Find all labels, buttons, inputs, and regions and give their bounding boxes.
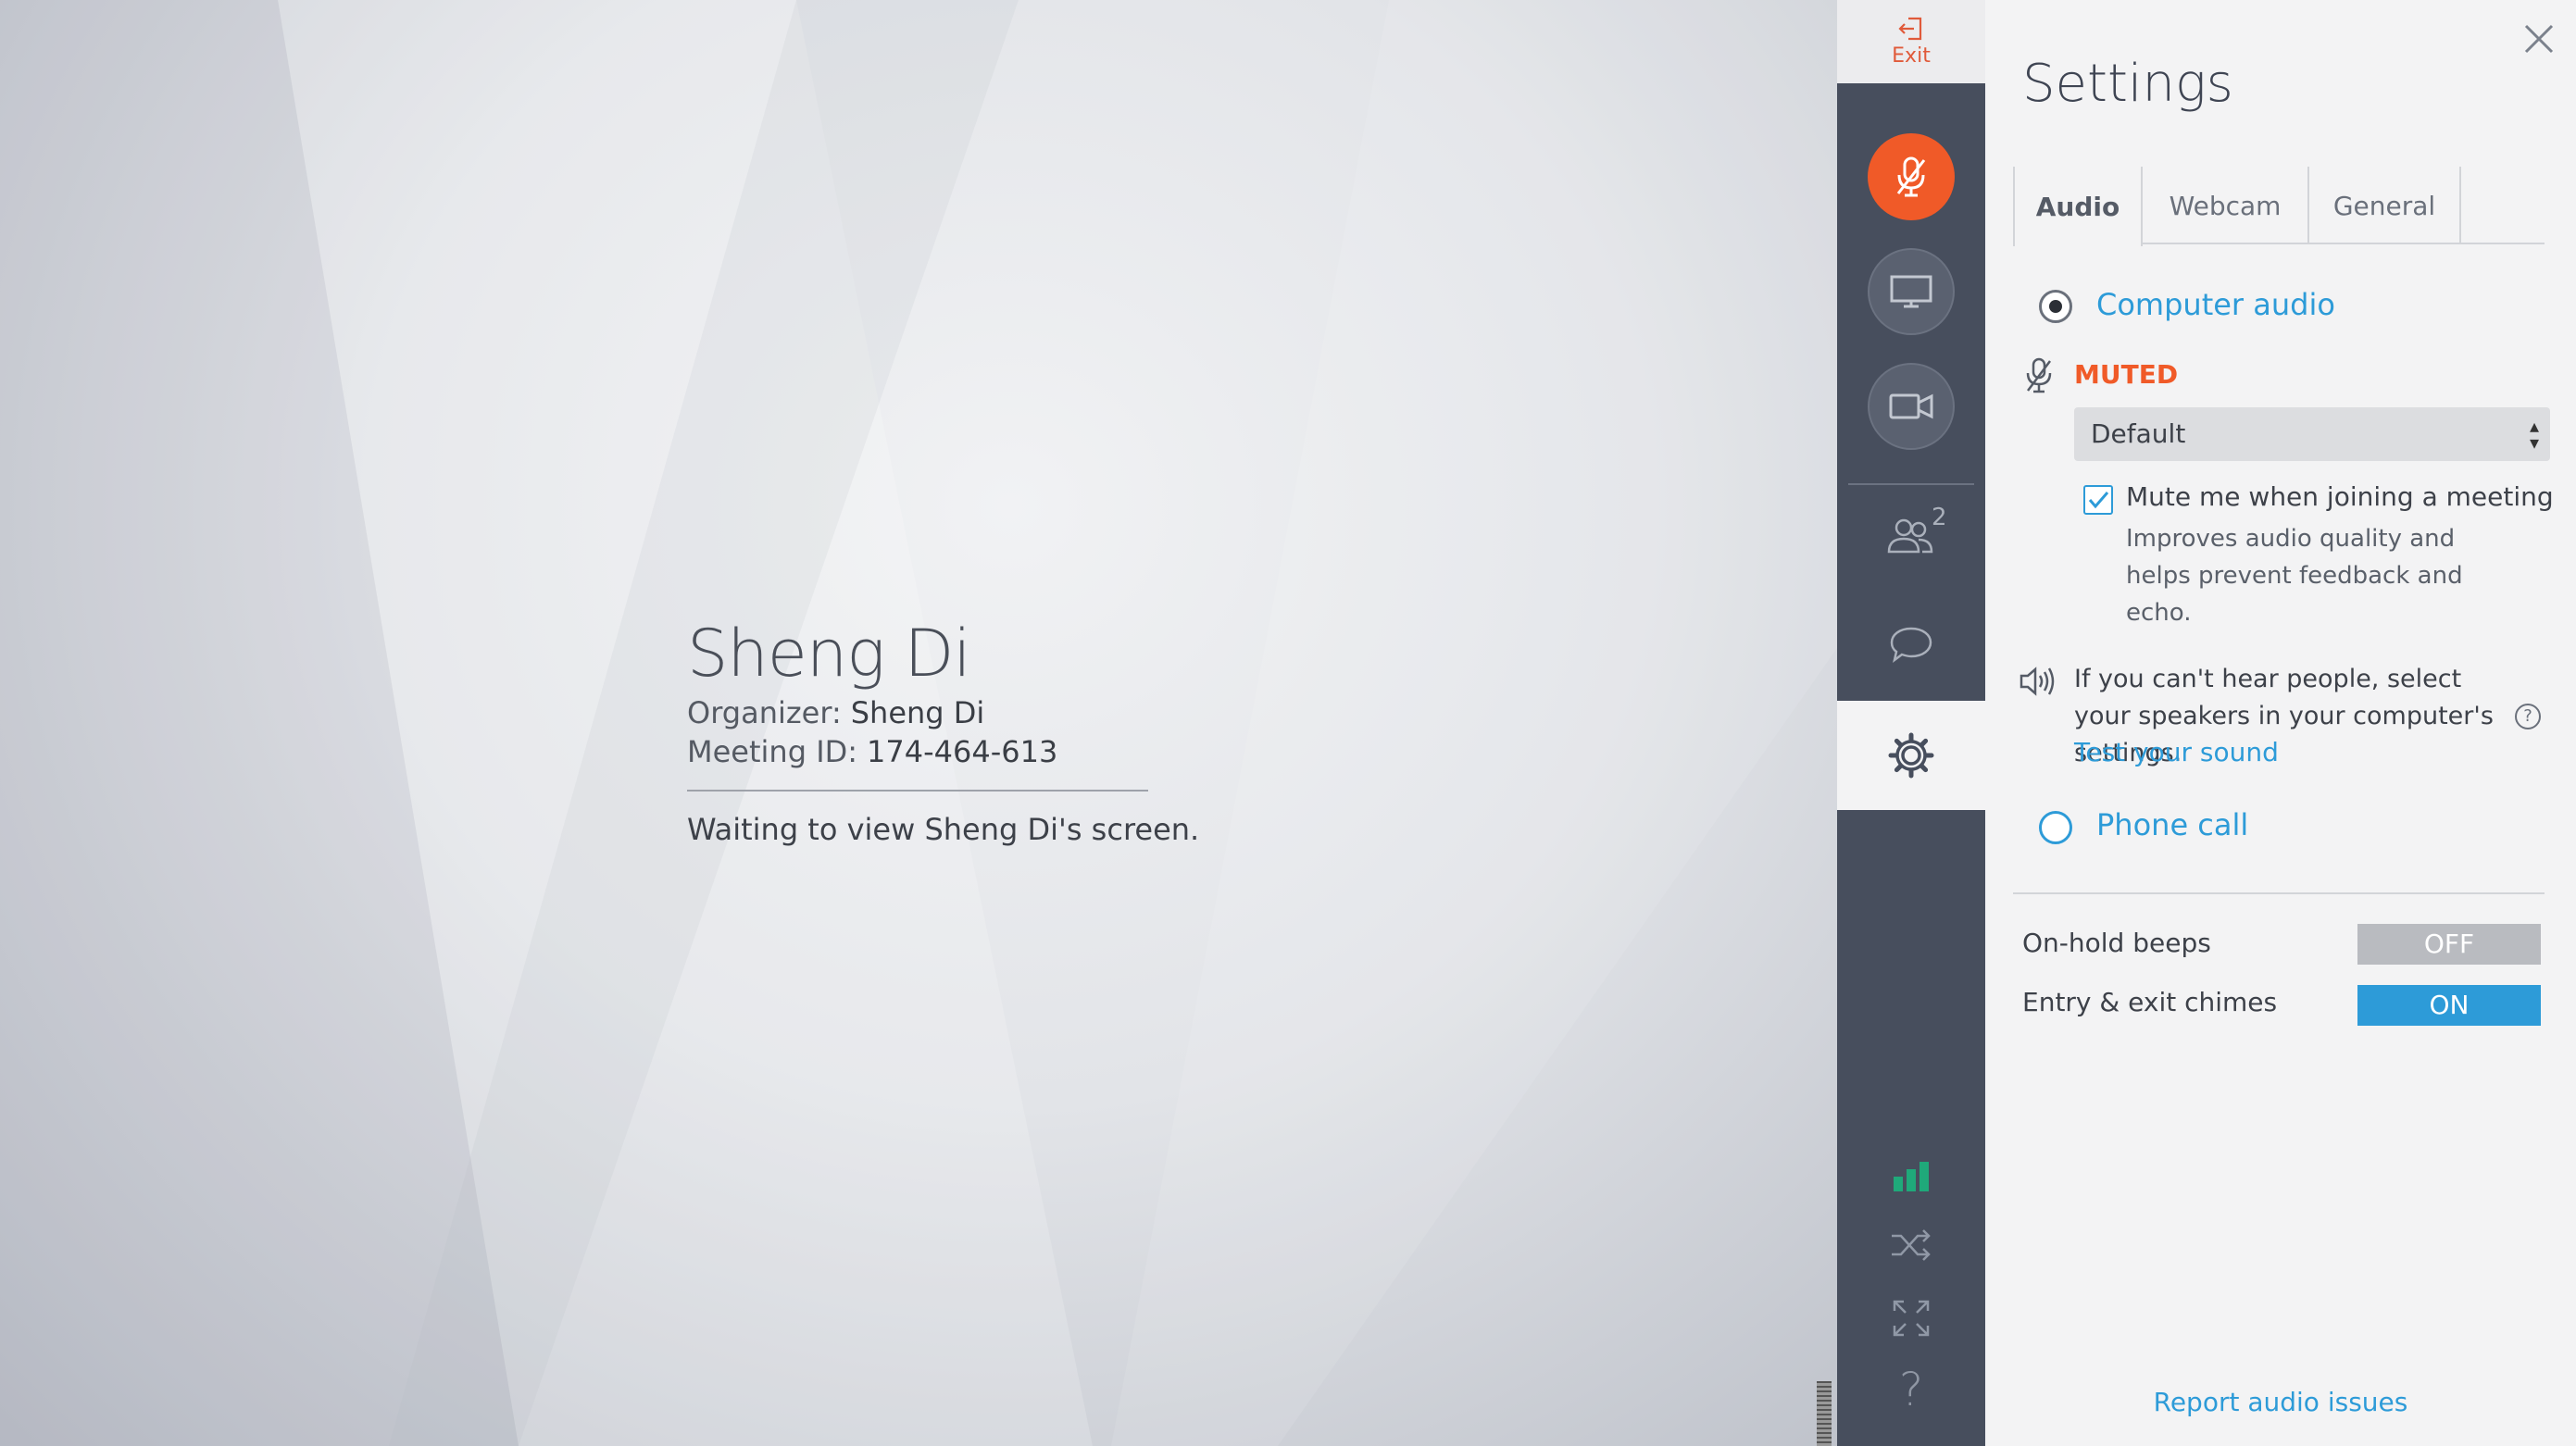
settings-button[interactable] — [1837, 701, 1985, 810]
exit-icon — [1898, 17, 1922, 41]
attendees-button[interactable]: 2 — [1837, 504, 1985, 563]
report-audio-issues-link[interactable]: Report audio issues — [1985, 1387, 2576, 1417]
webcam-button[interactable] — [1868, 363, 1955, 450]
sidebar-divider — [1848, 483, 1974, 485]
select-arrows-icon: ▴ ▾ — [2529, 415, 2539, 454]
meeting-stage: Sheng Di Organizer: Sheng Di Meeting ID: 1… — [0, 0, 1837, 1446]
shuffle-icon — [1892, 1229, 1931, 1261]
meeting-id-row: Meeting ID: 174-464-613 — [687, 734, 1199, 769]
connection-quality-button[interactable] — [1837, 1153, 1985, 1199]
meeting-id-label: Meeting ID: — [687, 734, 858, 769]
checkmark-icon — [2088, 492, 2109, 509]
meeting-id-value: 174-464-613 — [867, 734, 1058, 769]
expand-icon — [1893, 1300, 1930, 1337]
computer-audio-label[interactable]: Computer audio — [2096, 287, 2335, 322]
help-button[interactable]: ? — [1837, 1363, 1985, 1416]
exit-button[interactable]: Exit — [1837, 0, 1985, 83]
speaker-icon — [2020, 667, 2055, 696]
divider — [687, 790, 1148, 792]
screen-share-icon — [1890, 275, 1932, 308]
mute-on-join-checkbox[interactable] — [2083, 485, 2113, 515]
test-sound-link[interactable]: Test your sound — [2074, 737, 2279, 767]
screen-share-button[interactable] — [1868, 248, 1955, 335]
question-icon: ? — [1898, 1363, 1924, 1416]
organizer-row: Organizer: Sheng Di — [687, 695, 1199, 730]
microphone-muted-icon — [1896, 156, 1926, 197]
settings-tabs: Audio Webcam General — [2013, 167, 2545, 246]
close-icon[interactable] — [2519, 19, 2559, 59]
fullscreen-button[interactable] — [1837, 1294, 1985, 1342]
organizer-label: Organizer: — [687, 695, 842, 730]
resize-handle[interactable] — [1817, 1381, 1832, 1446]
phone-call-radio[interactable] — [2039, 811, 2072, 844]
phone-call-label[interactable]: Phone call — [2096, 807, 2248, 842]
settings-divider — [2013, 892, 2545, 894]
entry-exit-chimes-label: Entry & exit chimes — [2022, 987, 2278, 1017]
help-circle-icon[interactable]: ? — [2515, 704, 2541, 729]
switch-layout-button[interactable] — [1837, 1222, 1985, 1268]
on-hold-beeps-label: On-hold beeps — [2022, 928, 2211, 958]
tab-audio[interactable]: Audio — [2013, 167, 2143, 246]
device-selected-value: Default — [2091, 418, 2186, 449]
settings-title: Settings — [2022, 54, 2233, 114]
organizer-value: Sheng Di — [850, 695, 985, 730]
exit-label: Exit — [1892, 44, 1931, 68]
tab-general[interactable]: General — [2309, 167, 2461, 244]
entry-exit-chimes-toggle[interactable]: ON — [2357, 985, 2541, 1026]
mute-on-join-hint: Improves audio quality and helps prevent… — [2126, 525, 2463, 627]
attendee-count: 2 — [1932, 504, 1947, 531]
attendees-icon — [1887, 518, 1933, 554]
microphone-device-select[interactable]: Default ▴ ▾ — [2074, 407, 2550, 461]
muted-status: MUTED — [2074, 359, 2179, 390]
computer-audio-radio[interactable] — [2039, 290, 2072, 323]
chat-button[interactable] — [1837, 617, 1985, 672]
mute-microphone-button[interactable] — [1868, 133, 1955, 220]
meeting-info: Sheng Di Organizer: Sheng Di Meeting ID: 1… — [687, 616, 1199, 847]
sidebar: Exit 2 ? — [1837, 0, 1985, 1446]
gear-icon — [1888, 732, 1934, 779]
microphone-muted-icon — [2026, 357, 2052, 393]
webcam-icon — [1889, 393, 1933, 419]
on-hold-beeps-toggle[interactable]: OFF — [2357, 924, 2541, 965]
chat-icon — [1890, 627, 1932, 664]
mute-on-join-label[interactable]: Mute me when joining a meeting — [2126, 481, 2554, 512]
signal-bars-icon — [1894, 1162, 1929, 1191]
host-name: Sheng Di — [687, 616, 971, 692]
tab-webcam[interactable]: Webcam — [2143, 167, 2309, 244]
settings-panel: Settings Audio Webcam General Computer a… — [1985, 0, 2576, 1446]
status-text: Waiting to view Sheng Di's screen. — [687, 812, 1200, 847]
